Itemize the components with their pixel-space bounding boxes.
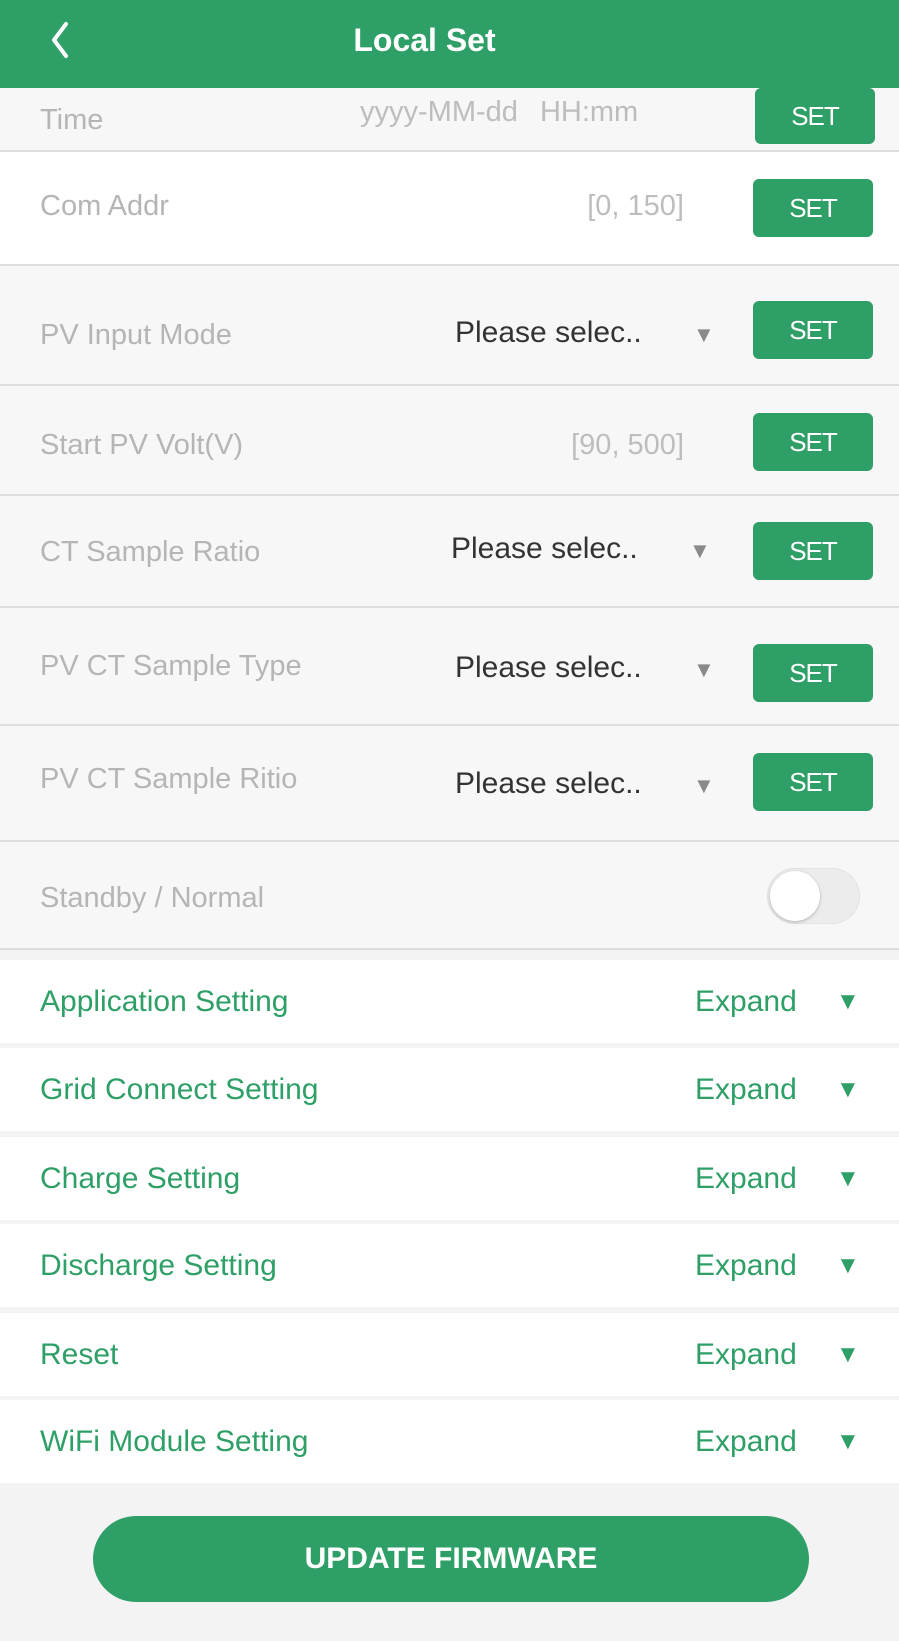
section-discharge-setting[interactable]: Discharge Setting Expand ▼ [0,1224,899,1310]
start-pv-volt-input[interactable]: [90, 500] [571,425,684,465]
expand-icon[interactable]: ▼ [836,1335,860,1375]
com-addr-row: Com Addr [0, 150] SET [0,152,899,266]
pv-ct-sample-type-row: PV CT Sample Type Please selec.. ▼ SET [0,608,899,726]
expand-button[interactable]: Expand [695,1070,797,1110]
com-addr-label: Com Addr [40,190,169,222]
standby-toggle[interactable] [767,868,860,924]
ct-sample-ratio-set-button[interactable]: SET [753,522,873,580]
dropdown-arrow-icon[interactable]: ▼ [693,766,715,806]
com-addr-input[interactable]: [0, 150] [587,186,684,226]
page-title: Local Set [353,22,496,58]
expand-icon[interactable]: ▼ [836,1070,860,1110]
expand-icon[interactable]: ▼ [836,982,860,1022]
section-label: Grid Connect Setting [40,1073,319,1106]
section-wifi-module-setting[interactable]: WiFi Module Setting Expand ▼ [0,1400,899,1486]
section-label: Discharge Setting [40,1249,277,1282]
time-label: Time [40,104,104,136]
com-addr-set-button[interactable]: SET [753,179,873,237]
time-input[interactable]: yyyy-MM-dd HH:mm [360,92,638,132]
section-charge-setting[interactable]: Charge Setting Expand ▼ [0,1137,899,1223]
section-application-setting[interactable]: Application Setting Expand ▼ [0,960,899,1046]
expand-icon[interactable]: ▼ [836,1246,860,1286]
pv-input-mode-set-button[interactable]: SET [753,301,873,359]
expand-button[interactable]: Expand [695,1159,797,1199]
update-firmware-button[interactable]: UPDATE FIRMWARE [93,1516,809,1602]
pv-ct-sample-ritio-set-button[interactable]: SET [753,753,873,811]
standby-row: Standby / Normal [0,842,899,950]
pv-input-mode-label: PV Input Mode [40,319,232,351]
expand-button[interactable]: Expand [695,1246,797,1286]
standby-label: Standby / Normal [40,882,265,914]
pv-ct-sample-ritio-label: PV CT Sample Ritio [40,763,298,795]
section-label: Reset [40,1338,119,1371]
app-header: Local Set [0,0,899,88]
dropdown-arrow-icon[interactable]: ▼ [693,650,715,690]
section-label: Application Setting [40,985,289,1018]
pv-ct-sample-type-set-button[interactable]: SET [753,644,873,702]
time-row: Time yyyy-MM-dd HH:mm SET [0,88,899,152]
pv-ct-sample-ritio-select[interactable]: Please selec.. [455,764,642,804]
start-pv-volt-label: Start PV Volt(V) [40,429,244,461]
expand-button[interactable]: Expand [695,1335,797,1375]
pv-input-mode-row: PV Input Mode Please selec.. ▼ SET [0,266,899,386]
section-reset[interactable]: Reset Expand ▼ [0,1313,899,1399]
pv-ct-sample-type-label: PV CT Sample Type [40,650,302,682]
expand-button[interactable]: Expand [695,982,797,1022]
start-pv-volt-row: Start PV Volt(V) [90, 500] SET [0,386,899,496]
expand-icon[interactable]: ▼ [836,1159,860,1199]
pv-ct-sample-ritio-row: PV CT Sample Ritio Please selec.. ▼ SET [0,726,899,842]
time-set-button[interactable]: SET [755,88,875,144]
toggle-knob [770,871,820,921]
expand-icon[interactable]: ▼ [836,1422,860,1462]
section-grid-connect-setting[interactable]: Grid Connect Setting Expand ▼ [0,1048,899,1134]
pv-input-mode-select[interactable]: Please selec.. [455,313,642,353]
dropdown-arrow-icon[interactable]: ▼ [689,531,711,571]
dropdown-arrow-icon[interactable]: ▼ [693,315,715,355]
section-label: WiFi Module Setting [40,1425,309,1458]
expand-button[interactable]: Expand [695,1422,797,1462]
start-pv-volt-set-button[interactable]: SET [753,413,873,471]
ct-sample-ratio-label: CT Sample Ratio [40,536,261,568]
ct-sample-ratio-select[interactable]: Please selec.. [451,529,638,569]
ct-sample-ratio-row: CT Sample Ratio Please selec.. ▼ SET [0,496,899,608]
pv-ct-sample-type-select[interactable]: Please selec.. [455,648,642,688]
section-label: Charge Setting [40,1162,241,1195]
